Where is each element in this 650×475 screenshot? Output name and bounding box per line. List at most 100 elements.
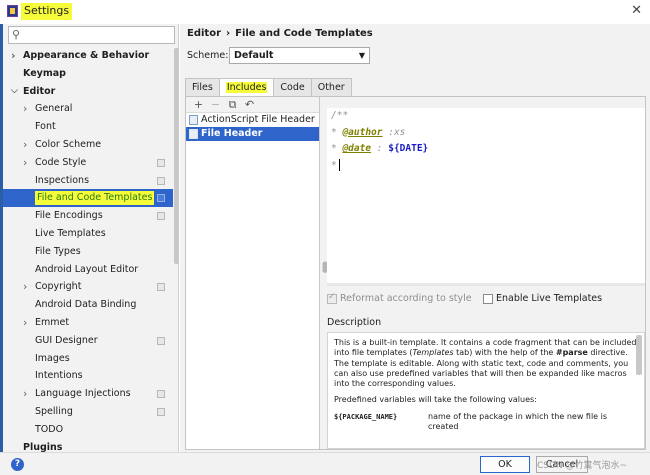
variable-description: name of the package in which the new fil…	[428, 411, 608, 432]
sidebar-item-label: Spelling	[35, 405, 73, 417]
sidebar-item-todo[interactable]: TODO	[3, 421, 173, 439]
chevron-right-icon[interactable]: ›	[23, 100, 27, 118]
sidebar-item-file-encodings[interactable]: File Encodings	[3, 207, 173, 225]
sidebar-item-intentions[interactable]: Intentions	[3, 367, 173, 385]
help-icon[interactable]: ?	[11, 458, 24, 471]
description-text: #parse	[555, 348, 588, 358]
sidebar-item-file-types[interactable]: File Types	[3, 243, 173, 261]
sidebar-item-label: Intentions	[35, 370, 83, 382]
sidebar-item-label: TODO	[35, 423, 64, 435]
sidebar-item-label: Color Scheme	[35, 138, 102, 150]
tab-includes[interactable]: Includes	[218, 78, 275, 96]
project-settings-icon	[157, 336, 165, 345]
sidebar-item-appearance-behavior[interactable]: › Appearance & Behavior	[3, 47, 173, 65]
chevron-down-icon[interactable]: ⌵	[11, 83, 18, 101]
list-item[interactable]: ActionScript File Header	[186, 113, 319, 127]
editor-line: * @date : ${DATE}	[327, 141, 645, 158]
tab-other[interactable]: Other	[310, 78, 352, 96]
breadcrumb-current: File and Code Templates	[235, 28, 373, 39]
sidebar-item-label: Android Data Binding	[35, 299, 137, 311]
sidebar-item-color-scheme[interactable]: › Color Scheme	[3, 136, 173, 154]
project-settings-icon	[157, 390, 165, 399]
template-editor[interactable]: /** * @author :xs * @date : ${DATE} *	[327, 108, 645, 283]
search-input[interactable]: ⚲	[8, 26, 175, 44]
live-templates-label: Enable Live Templates	[496, 293, 603, 304]
sidebar-item-label: Appearance & Behavior	[23, 50, 150, 61]
comment-text: *	[331, 126, 343, 138]
sidebar-item-label: Copyright	[35, 281, 82, 293]
sidebar-item-file-and-code-templates[interactable]: File and Code Templates	[3, 189, 173, 208]
javadoc-tag: @date	[342, 143, 372, 154]
variable-name: ${PACKAGE_NAME}	[334, 412, 398, 421]
sidebar-item-label: Code Style	[35, 156, 87, 168]
chevron-right-icon[interactable]: ›	[23, 136, 27, 154]
sidebar-item-emmet[interactable]: › Emmet	[3, 314, 173, 332]
watermark: CSDN @竹篱气泡水~	[537, 461, 628, 471]
chevron-right-icon[interactable]: ›	[23, 385, 27, 403]
project-settings-icon	[157, 158, 165, 167]
comment-text: *	[331, 143, 343, 154]
template-list: ActionScript File Header File Header	[186, 113, 319, 141]
editor-horizontal-scrollbar[interactable]	[327, 283, 645, 286]
chevron-right-icon[interactable]: ›	[23, 154, 27, 172]
list-item[interactable]: File Header	[186, 127, 319, 141]
reformat-label: Reformat according to style	[340, 293, 472, 304]
editor-line: /**	[327, 108, 645, 125]
intellij-app-icon	[7, 5, 18, 17]
breadcrumb-separator: ›	[226, 28, 231, 39]
sidebar-item-gui-designer[interactable]: GUI Designer	[3, 332, 173, 350]
sidebar-item-general[interactable]: › General	[3, 100, 173, 118]
description-label: Description	[327, 317, 382, 328]
template-options: Reformat according to style Enable Live …	[327, 292, 645, 307]
editor-line: * @author :xs	[327, 125, 645, 142]
reformat-checkbox[interactable]	[327, 292, 337, 304]
chevron-right-icon[interactable]: ›	[23, 314, 27, 332]
tab-label: Code	[280, 82, 305, 93]
sidebar-item-editor[interactable]: ⌵ Editor	[3, 83, 173, 101]
sidebar-item-spelling[interactable]: Spelling	[3, 403, 173, 421]
sidebar-item-android-layout-editor[interactable]: Android Layout Editor	[3, 261, 173, 279]
sidebar-item-live-templates[interactable]: Live Templates	[3, 225, 173, 243]
ok-button[interactable]: OK	[480, 456, 530, 473]
comment-text: /**	[331, 110, 349, 121]
sidebar-item-copyright[interactable]: › Copyright	[3, 278, 173, 296]
sidebar-item-android-data-binding[interactable]: Android Data Binding	[3, 296, 173, 314]
title-bar: Settings ✕	[0, 0, 650, 24]
template-list-panel: + − ⧉ ↶ ActionScript File Header File Header	[186, 97, 320, 449]
file-template-icon	[189, 115, 198, 125]
tab-files[interactable]: Files	[185, 78, 220, 96]
sidebar-item-label: Keymap	[23, 67, 66, 79]
tab-code[interactable]: Code	[273, 78, 312, 96]
description-box: This is a built-in template. It contains…	[327, 332, 645, 449]
description-scrollbar[interactable]	[636, 335, 642, 375]
scheme-dropdown[interactable]: Default ▼	[229, 47, 370, 64]
comment-text: :	[371, 143, 389, 154]
sidebar-item-label: File Types	[35, 245, 81, 257]
tab-label: Other	[317, 82, 345, 93]
close-icon[interactable]: ✕	[631, 3, 642, 18]
sidebar-item-label: Font	[35, 121, 56, 133]
sidebar-item-code-style[interactable]: › Code Style	[3, 154, 173, 172]
sidebar-item-font[interactable]: Font	[3, 118, 173, 136]
remove-template-button[interactable]: −	[207, 97, 224, 113]
scheme-label: Scheme:	[187, 50, 229, 61]
breadcrumb-parent[interactable]: Editor	[187, 28, 221, 39]
scheme-value: Default	[234, 50, 274, 61]
template-variable: ${DATE}	[388, 143, 429, 154]
sidebar-item-keymap[interactable]: Keymap	[3, 65, 173, 83]
add-template-button[interactable]: +	[190, 97, 207, 113]
sidebar-item-label: Images	[35, 352, 70, 364]
sidebar-item-images[interactable]: Images	[3, 350, 173, 368]
sidebar-item-label: File Encodings	[35, 210, 103, 222]
sidebar-scrollbar[interactable]	[174, 48, 179, 264]
reset-template-button[interactable]: ↶	[241, 97, 258, 113]
chevron-right-icon[interactable]: ›	[23, 278, 27, 296]
copy-template-button[interactable]: ⧉	[224, 97, 241, 113]
sidebar-item-label: Editor	[23, 85, 56, 97]
template-name: File Header	[201, 128, 263, 139]
live-templates-checkbox[interactable]	[483, 294, 493, 304]
sidebar-item-language-injections[interactable]: › Language Injections	[3, 385, 173, 403]
tab-label: Files	[192, 82, 213, 93]
chevron-right-icon[interactable]: ›	[11, 47, 16, 65]
sidebar-item-inspections[interactable]: Inspections	[3, 172, 173, 190]
